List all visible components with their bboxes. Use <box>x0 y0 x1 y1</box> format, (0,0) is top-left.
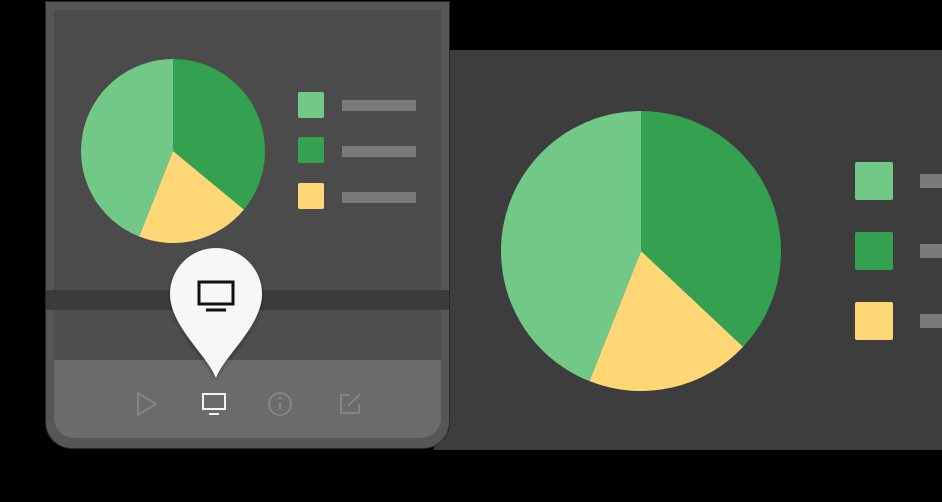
legend-swatch-light-green <box>298 92 324 118</box>
legend-label-placeholder <box>342 192 416 203</box>
legend-swatch-yellow <box>855 302 893 340</box>
legend-label-placeholder <box>342 100 416 111</box>
monitor-icon[interactable] <box>200 390 228 418</box>
legend-label-placeholder <box>920 174 942 188</box>
expanded-chart-panel <box>434 50 942 450</box>
pie-chart-small <box>80 59 265 244</box>
info-icon[interactable] <box>266 390 294 418</box>
legend-swatch-yellow <box>298 183 324 209</box>
edit-icon[interactable] <box>336 390 364 418</box>
legend-label-placeholder <box>920 314 942 328</box>
monitor-tooltip-pin <box>168 246 264 382</box>
legend-swatch-dark-green <box>298 137 324 163</box>
legend-swatch-light-green <box>855 162 893 200</box>
legend-label-placeholder <box>920 244 942 258</box>
legend-swatch-dark-green <box>855 232 893 270</box>
legend-label-placeholder <box>342 146 416 157</box>
play-icon[interactable] <box>132 390 160 418</box>
pie-chart-large <box>501 111 781 391</box>
